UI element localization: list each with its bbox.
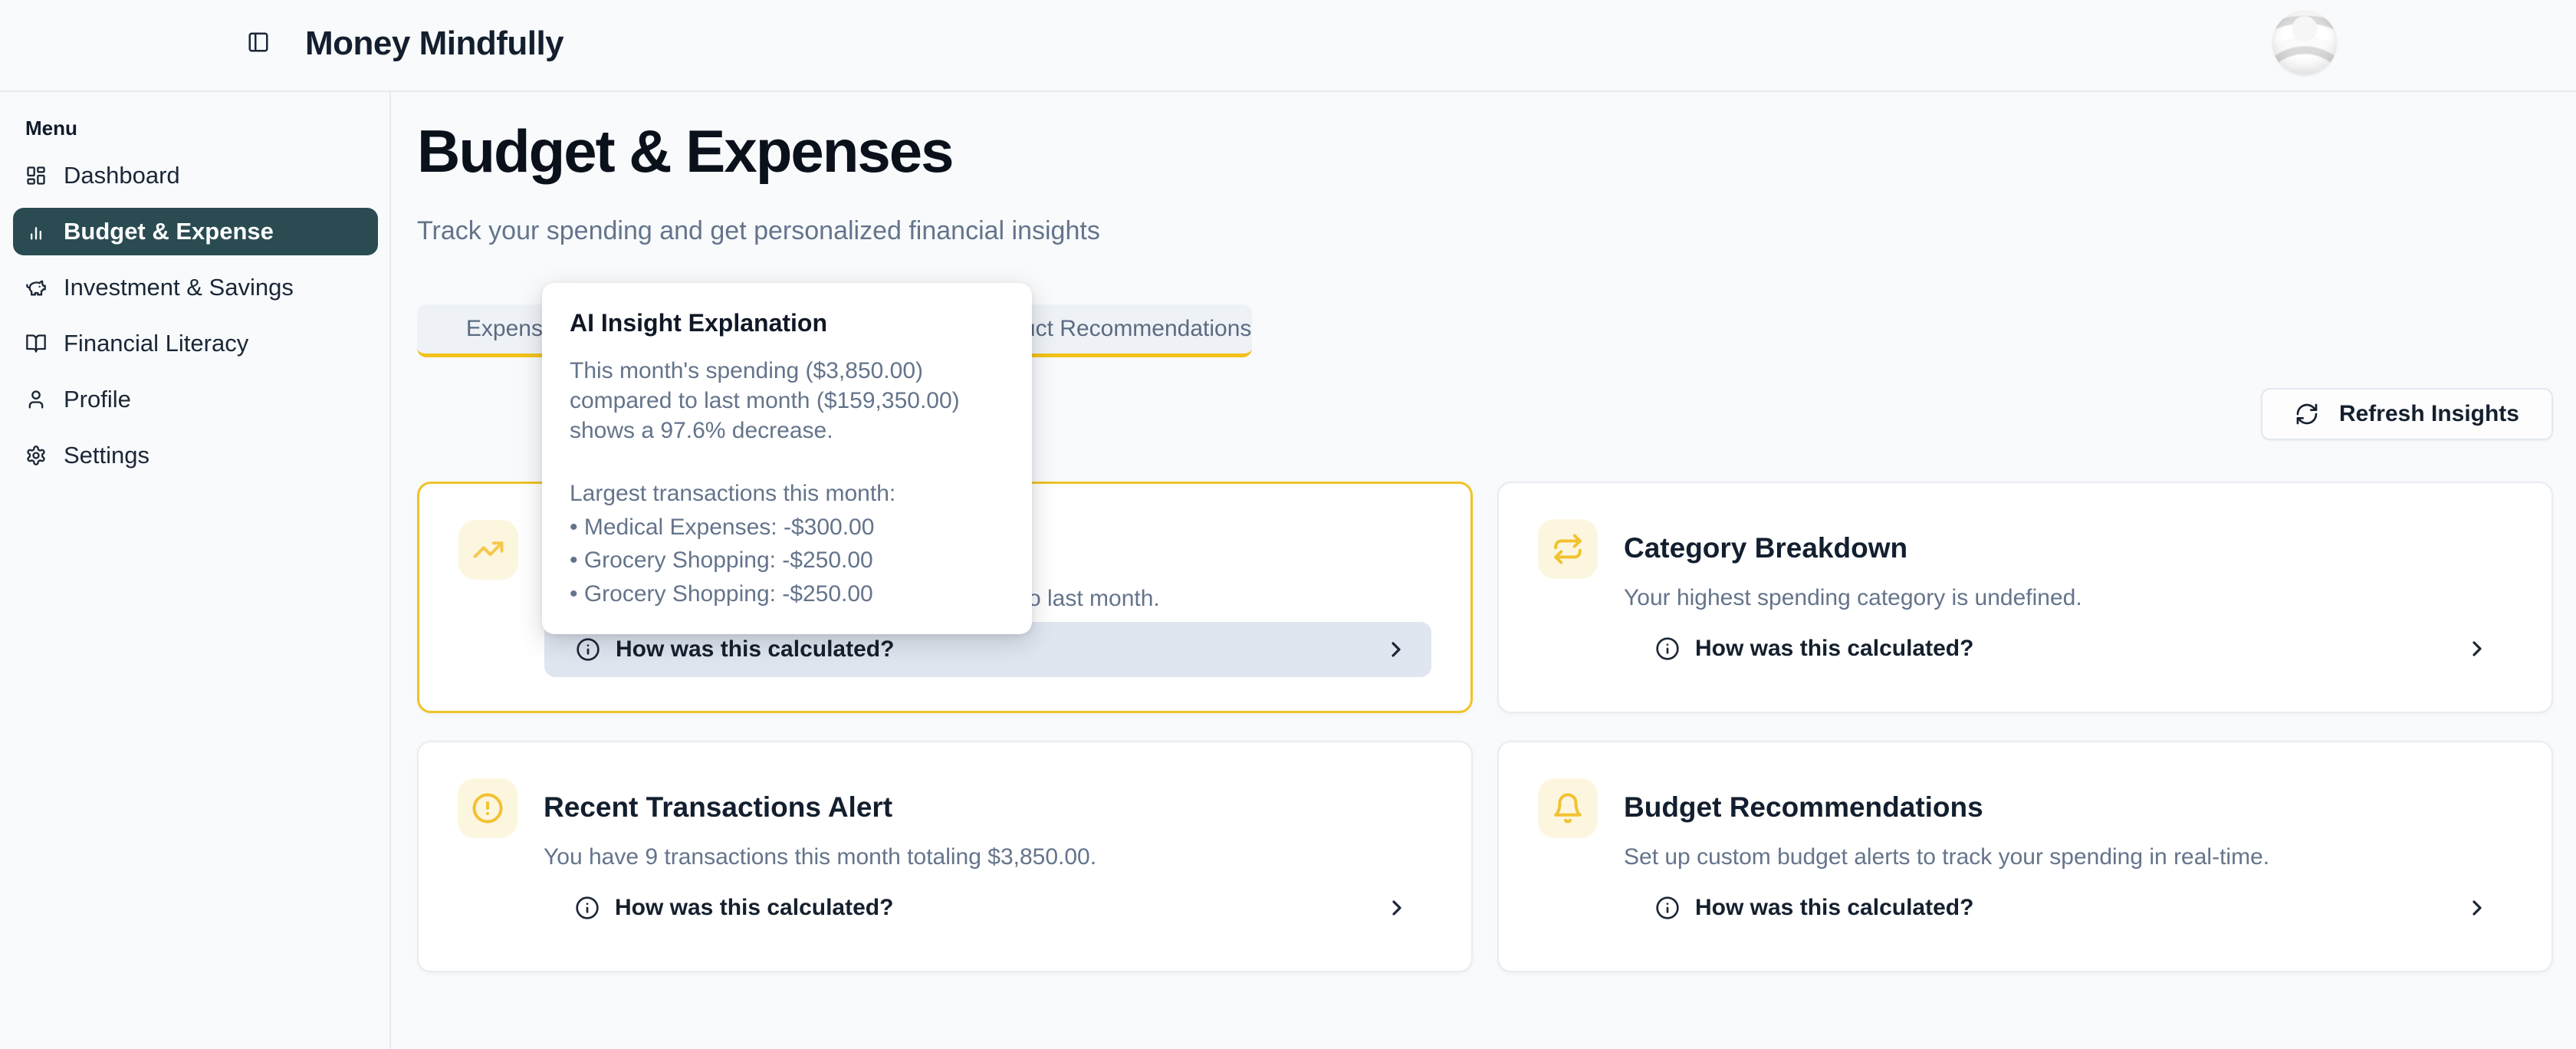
sidebar-toggle-button[interactable] xyxy=(247,31,270,54)
popover-transactions-heading: Largest transactions this month: xyxy=(570,479,1004,508)
refresh-insights-button[interactable]: Refresh Insights xyxy=(2261,388,2553,440)
book-open-icon xyxy=(25,333,47,354)
sidebar-item-label: Budget & Expense xyxy=(64,218,274,245)
user-icon xyxy=(25,389,47,410)
popover-title: AI Insight Explanation xyxy=(570,309,1004,337)
gear-icon xyxy=(25,445,47,466)
panel-left-icon xyxy=(247,31,270,54)
card-description: Your highest spending category is undefi… xyxy=(1624,585,2512,611)
repeat-icon xyxy=(1552,533,1584,565)
avatar[interactable] xyxy=(2272,11,2337,75)
card-title: Budget Recommendations xyxy=(1624,791,1983,824)
how-calculated-label: How was this calculated? xyxy=(615,895,893,921)
card-title: Recent Transactions Alert xyxy=(544,791,892,824)
card-description: Set up custom budget alerts to track you… xyxy=(1624,844,2512,870)
card-description: You have 9 transactions this month total… xyxy=(544,844,1432,870)
sidebar-item-label: Investment & Savings xyxy=(64,274,294,301)
how-calculated-link[interactable]: How was this calculated? xyxy=(1624,880,2512,936)
insight-card-category-breakdown: Category Breakdown Your highest spending… xyxy=(1497,482,2553,713)
info-icon xyxy=(575,896,600,920)
chevron-right-icon xyxy=(2465,896,2489,920)
chevron-right-icon xyxy=(1385,896,1409,920)
popover-bullet: • Medical Expenses: -$300.00 xyxy=(570,513,1004,542)
sidebar-item-financial-literacy[interactable]: Financial Literacy xyxy=(13,320,378,367)
sidebar-item-label: Settings xyxy=(64,442,150,469)
alert-circle-icon xyxy=(472,792,504,824)
refresh-icon xyxy=(2295,402,2319,426)
sidebar: Menu Dashboard Budget & Expense Investme… xyxy=(0,92,391,1049)
piggy-bank-icon xyxy=(25,277,47,298)
bar-chart-icon xyxy=(25,221,47,242)
popover-bullet: • Grocery Shopping: -$250.00 xyxy=(570,580,1004,609)
sidebar-item-settings[interactable]: Settings xyxy=(13,432,378,479)
sidebar-item-profile[interactable]: Profile xyxy=(13,376,378,423)
insight-card-recent-transactions: Recent Transactions Alert You have 9 tra… xyxy=(417,741,1473,972)
card-icon-badge xyxy=(1538,778,1598,838)
app-header: Money Mindfully xyxy=(0,0,2576,92)
sidebar-item-budget-expense[interactable]: Budget & Expense xyxy=(13,208,378,255)
sidebar-nav: Dashboard Budget & Expense Investment & … xyxy=(13,152,378,488)
info-icon xyxy=(576,637,600,662)
dashboard-icon xyxy=(25,165,47,186)
trending-up-icon xyxy=(472,534,504,566)
how-calculated-label: How was this calculated? xyxy=(616,636,894,663)
sidebar-item-label: Profile xyxy=(64,386,131,413)
page-subtitle: Track your spending and get personalized… xyxy=(417,216,1100,246)
bell-icon xyxy=(1552,792,1584,824)
page-title: Budget & Expenses xyxy=(417,121,953,181)
how-calculated-label: How was this calculated? xyxy=(1695,895,1973,921)
card-icon-badge xyxy=(458,778,518,838)
sidebar-item-label: Financial Literacy xyxy=(64,330,248,357)
chevron-right-icon xyxy=(1384,637,1408,662)
chevron-right-icon xyxy=(2465,636,2489,661)
insight-card-budget-recommendations: Budget Recommendations Set up custom bud… xyxy=(1497,741,2553,972)
info-icon xyxy=(1655,896,1680,920)
card-title: Category Breakdown xyxy=(1624,532,1907,564)
card-icon-badge xyxy=(458,520,518,580)
sidebar-item-dashboard[interactable]: Dashboard xyxy=(13,152,378,199)
sidebar-menu-label: Menu xyxy=(25,117,77,140)
info-icon xyxy=(1655,636,1680,661)
how-calculated-label: How was this calculated? xyxy=(1695,636,1973,662)
sidebar-item-label: Dashboard xyxy=(64,162,180,189)
card-icon-badge xyxy=(1538,519,1598,579)
app-title: Money Mindfully xyxy=(305,25,564,63)
how-calculated-link[interactable]: How was this calculated? xyxy=(1624,621,2512,676)
refresh-insights-label: Refresh Insights xyxy=(2339,401,2519,427)
popover-bullet: • Grocery Shopping: -$250.00 xyxy=(570,546,1004,575)
popover-transactions: Largest transactions this month: • Medic… xyxy=(570,479,1004,608)
how-calculated-link[interactable]: How was this calculated? xyxy=(544,880,1432,936)
ai-insight-popover: AI Insight Explanation This month's spen… xyxy=(542,283,1032,634)
sidebar-item-investment-savings[interactable]: Investment & Savings xyxy=(13,264,378,311)
popover-paragraph: This month's spending ($3,850.00) compar… xyxy=(570,356,1004,446)
